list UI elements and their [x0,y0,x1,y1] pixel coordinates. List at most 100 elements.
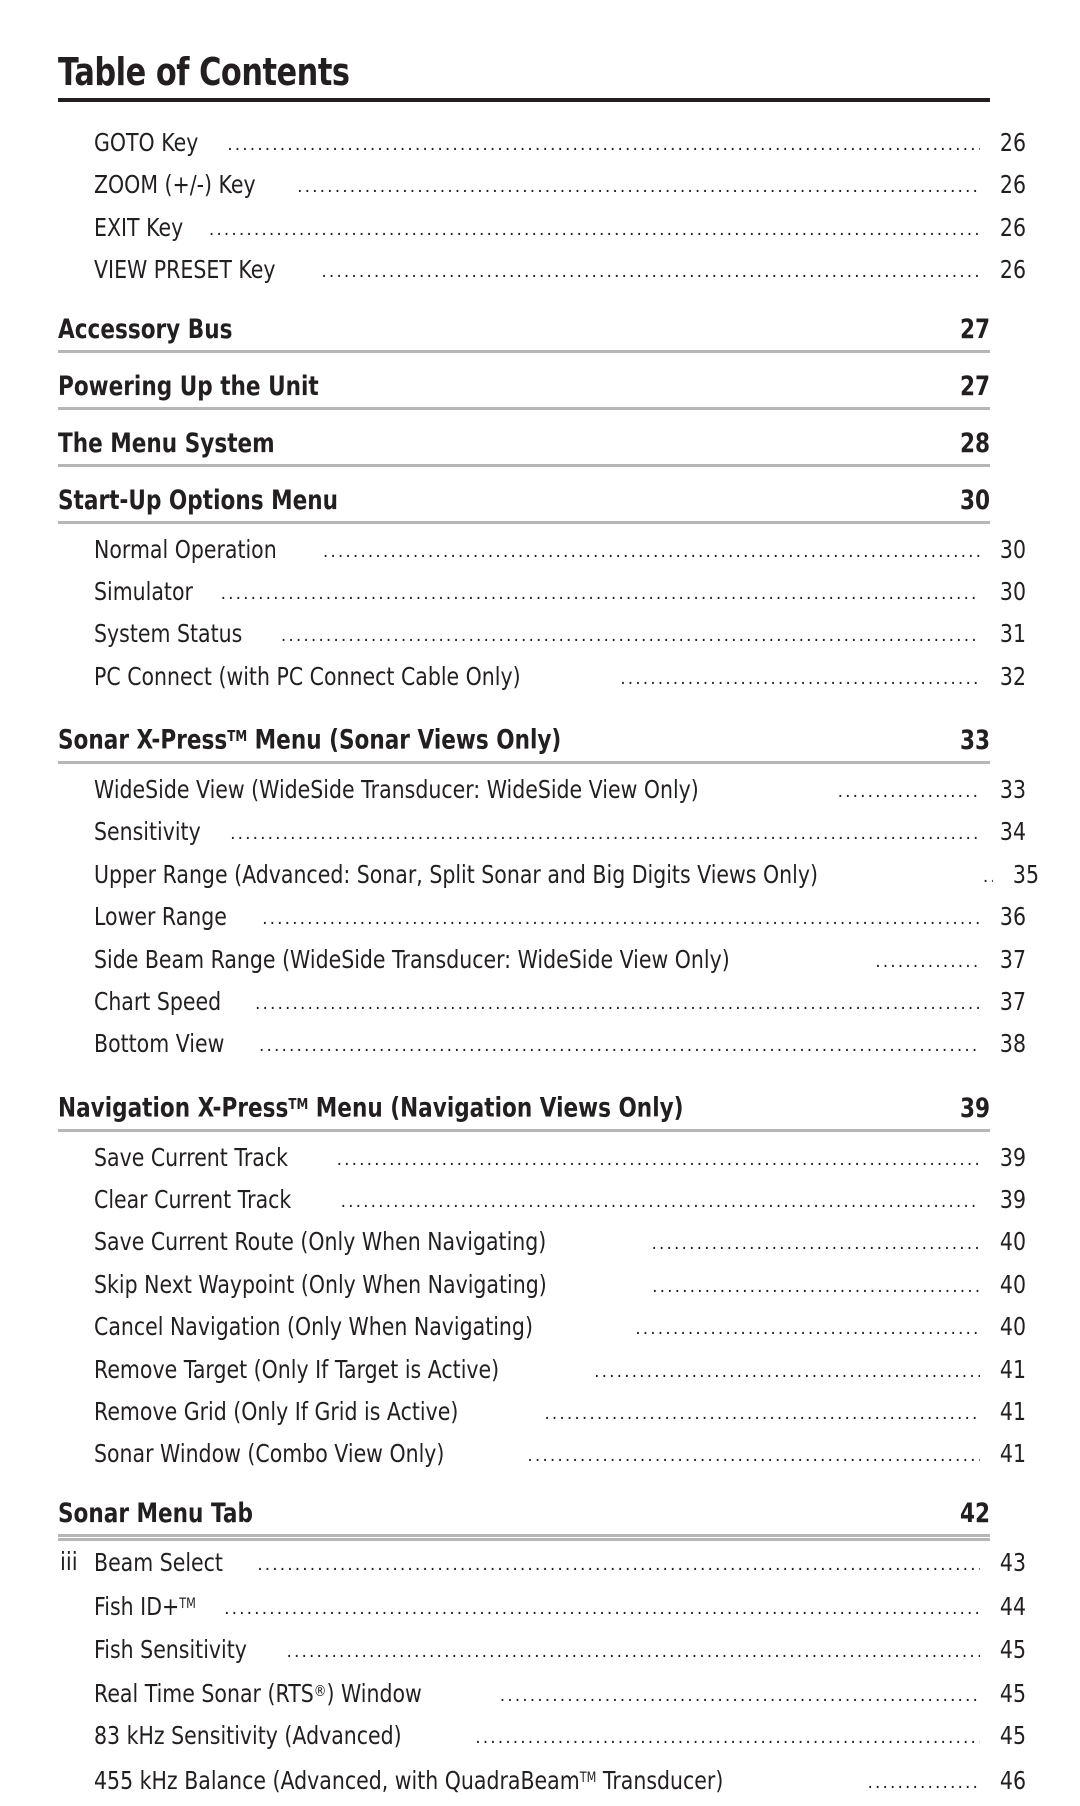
toc-entry[interactable]: Real Time Sonar (RTS®) Window...........… [58,1675,1026,1719]
toc-entry-label: Remove Target (Only If Target is Active) [94,1354,500,1384]
toc-entry-row[interactable]: 455 kHz Balance (Advanced, with QuadraBe… [94,1762,1026,1806]
toc-entry-label: ZOOM (+/-) Key [94,170,256,200]
toc-entry-row[interactable]: Simulator...............................… [94,575,1026,617]
toc-entry[interactable]: Sonar Window (Combo View Only)..........… [58,1437,1026,1479]
toc-entry-row[interactable]: Cancel Navigation (Only When Navigating)… [94,1310,1026,1352]
toc-entry[interactable]: EXIT Key................................… [58,211,1026,253]
toc-entry-page-number: 26 [999,255,1026,285]
toc-entry-label: 83 kHz Sensitivity (Advanced) [94,1721,402,1751]
toc-entry-row[interactable]: Normal Operation........................… [94,533,1026,575]
toc-entry[interactable]: Simulator...............................… [58,575,1026,617]
toc-section-label: The Menu System [58,427,275,459]
toc-entry-row[interactable]: Save Current Route (Only When Navigating… [94,1225,1026,1267]
toc-section-label: Powering Up the Unit [58,370,319,402]
toc-entry-row[interactable]: Lower Range.............................… [94,900,1026,942]
toc-entry-row[interactable]: Save Current Track......................… [94,1141,1026,1183]
toc-entry[interactable]: GOTO Key................................… [58,126,1026,168]
toc-entry[interactable]: Chart Speed.............................… [58,985,1026,1027]
toc-section-heading-row[interactable]: Accessory Bus 27 [58,313,990,347]
toc-entry[interactable]: Cancel Navigation (Only When Navigating)… [58,1310,1026,1352]
toc-entry-label: 455 kHz Balance (Advanced, with QuadraBe… [94,1765,724,1795]
toc-entry-row[interactable]: Beam Select.............................… [94,1546,1026,1588]
toc-entry-label: Simulator [94,577,193,607]
toc-entry[interactable]: WideSide View (WideSide Transducer: Wide… [58,773,1026,815]
toc-entry[interactable]: Bottom View.............................… [58,1027,1026,1069]
dot-leader: ........................................… [499,1686,980,1707]
toc-entry[interactable]: Lower Range.............................… [58,900,1026,942]
dot-leader: ........................................… [651,1234,980,1255]
toc-entry-label: Skip Next Waypoint (Only When Navigating… [94,1269,547,1299]
toc-entry-row[interactable]: Sonar Window (Combo View Only)..........… [94,1437,1026,1479]
toc-section-heading-row[interactable]: Sonar Menu Tab 42 [58,1497,990,1531]
toc-entry[interactable]: Save Current Track......................… [58,1141,1026,1183]
section-divider [58,406,990,410]
toc-entry-row[interactable]: Clear Current Track.....................… [94,1183,1026,1225]
toc-entry[interactable]: Remove Grid (Only If Grid is Active)....… [58,1395,1026,1437]
toc-entry-row[interactable]: Skip Next Waypoint (Only When Navigating… [94,1268,1026,1310]
toc-entry-label: System Status [94,619,243,649]
toc-entry-row[interactable]: GOTO Key................................… [94,126,1026,168]
toc-entry-page-number: 45 [999,1721,1026,1751]
toc-entry-label: Cancel Navigation (Only When Navigating) [94,1312,533,1342]
toc-entry-row[interactable]: ZOOM (+/-) Key..........................… [94,168,1026,210]
toc-entry-row[interactable]: 83 kHz Sensitivity (Advanced)...........… [94,1719,1026,1761]
toc-entry[interactable]: Sensitivity.............................… [58,815,1026,857]
toc-section-heading-row[interactable]: Start-Up Options Menu 30 [58,484,990,518]
toc-section-heading-row[interactable]: Navigation X-PressTM Menu (Navigation Vi… [58,1087,990,1126]
section-divider [58,463,990,467]
toc-entry[interactable]: 455 kHz Balance (Advanced, with QuadraBe… [58,1762,1026,1806]
toc-entry-row[interactable]: Real Time Sonar (RTS®) Window...........… [94,1675,1026,1719]
toc-section: The Menu System 28 [58,427,990,467]
toc-entry-label: Beam Select [94,1547,223,1577]
toc-entry[interactable]: Skip Next Waypoint (Only When Navigating… [58,1268,1026,1310]
toc-entry-row[interactable]: Chart Speed.............................… [94,985,1026,1027]
title-divider [58,98,990,102]
toc-entry-row[interactable]: Side Beam Range (WideSide Transducer: Wi… [94,943,1026,985]
toc-entry[interactable]: Remove Target (Only If Target is Active)… [58,1353,1026,1395]
toc-entry-row[interactable]: VIEW PRESET Key.........................… [94,253,1026,295]
toc-section-heading-row[interactable]: Sonar X-PressTM Menu (Sonar Views Only) 3… [58,719,990,758]
toc-entry[interactable]: Beam Select.............................… [58,1546,1026,1588]
toc-entry[interactable]: Upper Range (Advanced: Sonar, Split Sona… [58,858,1039,900]
toc-entry[interactable]: Save Current Route (Only When Navigating… [58,1225,1026,1267]
toc-entry-row[interactable]: WideSide View (WideSide Transducer: Wide… [94,773,1026,815]
toc-entry[interactable]: ZOOM (+/-) Key..........................… [58,168,1026,210]
section-divider [58,520,990,524]
dot-leader: ........................................… [321,262,980,283]
toc-entry-row[interactable]: Sensitivity.............................… [94,815,1026,857]
toc-entry-page-number: 33 [999,774,1026,804]
toc-entry-page-number: 43 [999,1547,1026,1577]
toc-entry-label: Sensitivity [94,817,201,847]
toc-entry-row[interactable]: System Status...........................… [94,617,1026,659]
dot-leader: ........................................… [982,866,993,887]
toc-entry-row[interactable]: Upper Range (Advanced: Sonar, Split Sona… [94,858,1039,900]
toc-entry[interactable]: 83 kHz Sensitivity (Advanced)...........… [58,1719,1026,1761]
toc-entry-label: Save Current Track [94,1142,288,1172]
toc-entry[interactable]: Fish Sensitivity........................… [58,1633,1026,1675]
toc-entry[interactable]: Fish ID+TM..............................… [58,1588,1026,1633]
toc-entry-row[interactable]: Bottom View.............................… [94,1027,1026,1069]
toc-entry[interactable]: Normal Operation........................… [58,533,1026,575]
dot-leader: ........................................… [475,1728,980,1749]
toc-entry-page-number: 34 [999,817,1026,847]
toc-entry-row[interactable]: Remove Grid (Only If Grid is Active)....… [94,1395,1026,1437]
toc-entry-row[interactable]: EXIT Key................................… [94,211,1026,253]
dot-leader: ........................................… [297,177,980,198]
toc-entry[interactable]: VIEW PRESET Key.........................… [58,253,1026,295]
toc-entry[interactable]: Side Beam Range (WideSide Transducer: Wi… [58,943,1026,985]
toc-page: Table of Contents GOTO Key..............… [0,0,1080,1795]
toc-section-heading-row[interactable]: The Menu System 28 [58,427,990,461]
toc-entry-row[interactable]: Remove Target (Only If Target is Active)… [94,1353,1026,1395]
toc-section-heading-row[interactable]: Powering Up the Unit 27 [58,370,990,404]
toc-entry-label: Lower Range [94,902,227,932]
dot-leader: ........................................… [594,1361,980,1382]
toc-entry-row[interactable]: Fish Sensitivity........................… [94,1633,1026,1675]
toc-entry-row[interactable]: Fish ID+TM..............................… [94,1588,1026,1633]
toc-entry[interactable]: PC Connect (with PC Connect Cable Only).… [58,660,1026,702]
toc-entry-row[interactable]: PC Connect (with PC Connect Cable Only).… [94,660,1026,702]
toc-entry[interactable]: Clear Current Track.....................… [58,1183,1026,1225]
toc-entry-page-number: 41 [999,1396,1026,1426]
toc-entry[interactable]: System Status...........................… [58,617,1026,659]
dot-leader: ........................................… [262,909,980,930]
dot-leader: ........................................… [620,668,980,689]
